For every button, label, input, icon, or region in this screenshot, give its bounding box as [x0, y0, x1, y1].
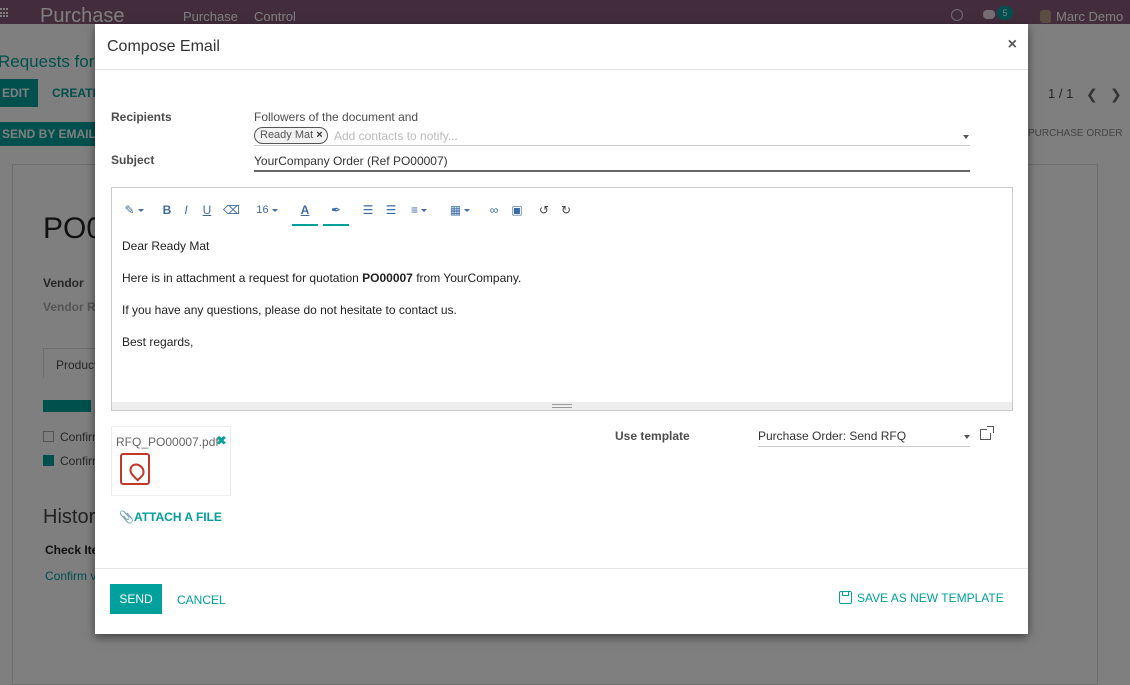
- body-greeting: Dear Ready Mat: [122, 239, 210, 253]
- followers-text: Followers of the document and: [254, 110, 419, 124]
- font-size-dropdown[interactable]: 16: [254, 201, 280, 219]
- font-size-value: 16: [256, 204, 269, 216]
- chevron-down-icon[interactable]: [964, 435, 970, 439]
- send-button[interactable]: SEND: [110, 584, 162, 614]
- recipients-input[interactable]: [334, 128, 954, 144]
- editor-content[interactable]: Dear Ready Mat Here is in attachment a r…: [122, 240, 1002, 368]
- font-color-icon[interactable]: A: [297, 201, 313, 219]
- dialog-title: Compose Email: [107, 38, 220, 55]
- subject-label: Subject: [111, 153, 155, 167]
- attach-file-button[interactable]: 📎ATTACH A FILE: [119, 510, 222, 524]
- floppy-disk-icon: [839, 591, 852, 604]
- subject-input[interactable]: [254, 152, 970, 172]
- table-icon[interactable]: ▦: [447, 201, 473, 219]
- recipients-field[interactable]: Ready Mat ×: [254, 126, 970, 146]
- body-line-3: If you have any questions, please do not…: [122, 303, 457, 317]
- pdf-file-icon[interactable]: [120, 453, 150, 485]
- recipient-tag: Ready Mat ×: [254, 127, 328, 144]
- po-reference: PO00007: [362, 271, 413, 285]
- link-icon[interactable]: ∞: [487, 201, 501, 219]
- undo-icon[interactable]: ↺: [537, 201, 551, 219]
- use-template-label: Use template: [615, 429, 690, 443]
- chevron-down-icon[interactable]: [963, 135, 969, 139]
- email-body-editor[interactable]: ✎ B I U ⌫ 16 A ✒ ☰ ☰ ≡ ▦ ∞ ▣ ↺ ↻ Dear Re…: [111, 187, 1013, 411]
- bold-icon[interactable]: B: [160, 201, 174, 219]
- attachment-card: RFQ_PO00007.pdf ✖: [111, 426, 231, 496]
- redo-icon[interactable]: ↻: [559, 201, 573, 219]
- bullet-list-icon[interactable]: ☰: [361, 201, 375, 219]
- recipients-label: Recipients: [111, 110, 172, 124]
- paperclip-icon: 📎: [119, 510, 134, 524]
- body-line-2: Here is in attachment a request for quot…: [122, 271, 522, 285]
- remove-attachment-icon[interactable]: ✖: [216, 433, 227, 449]
- editor-toolbar: ✎ B I U ⌫ 16 A ✒ ☰ ☰ ≡ ▦ ∞ ▣ ↺ ↻: [112, 188, 1012, 228]
- numbered-list-icon[interactable]: ☰: [384, 201, 398, 219]
- template-select-value: Purchase Order: Send RFQ: [758, 429, 907, 443]
- remove-tag-icon[interactable]: ×: [316, 129, 322, 141]
- template-select[interactable]: Purchase Order: Send RFQ: [758, 428, 970, 447]
- underline-icon[interactable]: U: [201, 201, 213, 219]
- save-as-new-template-button[interactable]: SAVE AS NEW TEMPLATE: [839, 591, 1004, 607]
- close-icon[interactable]: ×: [1008, 36, 1017, 54]
- compose-email-dialog: Compose Email × Recipients Followers of …: [95, 24, 1028, 634]
- body-closing: Best regards,: [122, 335, 194, 349]
- font-color-swatch: [292, 224, 318, 226]
- style-wand-icon[interactable]: ✎: [122, 201, 146, 219]
- highlight-color-swatch: [323, 224, 349, 226]
- editor-resize-handle[interactable]: [112, 402, 1012, 410]
- dialog-footer: SEND CANCEL SAVE AS NEW TEMPLATE: [95, 568, 1028, 634]
- attachment-filename[interactable]: RFQ_PO00007.pdf: [116, 435, 219, 449]
- external-link-icon[interactable]: [980, 426, 994, 440]
- eraser-icon[interactable]: ⌫: [223, 201, 240, 219]
- cancel-button[interactable]: CANCEL: [177, 593, 226, 607]
- dialog-header: Compose Email ×: [95, 24, 1028, 70]
- italic-icon[interactable]: I: [180, 201, 192, 219]
- recipient-tag-label: Ready Mat: [260, 129, 314, 141]
- highlight-brush-icon[interactable]: ✒: [329, 201, 343, 219]
- image-icon[interactable]: ▣: [510, 201, 524, 219]
- align-icon[interactable]: ≡: [407, 201, 431, 219]
